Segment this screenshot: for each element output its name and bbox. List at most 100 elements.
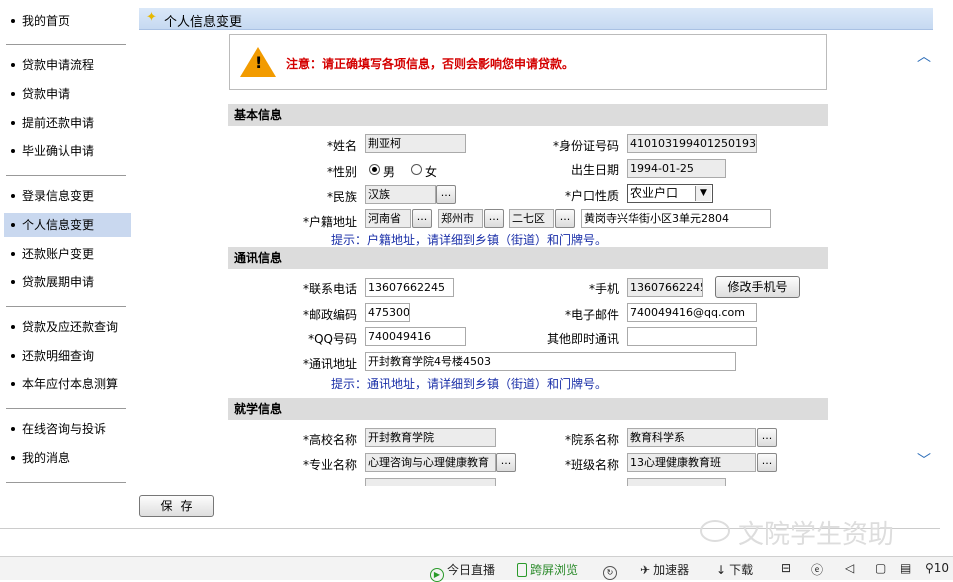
live-label: 今日直播 xyxy=(447,563,496,577)
watermark-text: 文院学生资助 xyxy=(738,520,895,550)
section-school-info: 就学信息 xyxy=(228,398,828,420)
hukou-address-hint: 提示：户籍地址，请详细到乡镇（街道）和门牌号。 xyxy=(331,233,608,247)
city-picker-button[interactable]: ... xyxy=(484,209,504,228)
class-picker-button[interactable]: ... xyxy=(757,453,777,472)
bullet-icon xyxy=(11,382,15,386)
school-field[interactable]: 开封教育学院 xyxy=(365,428,496,447)
wechat-logo-icon xyxy=(700,520,730,542)
save-button[interactable]: 保存 xyxy=(139,495,214,517)
phone-field[interactable]: 13607662245 xyxy=(365,278,454,297)
sidebar-item-label: 贷款展期申请 xyxy=(22,275,95,289)
speaker-icon: ◁ xyxy=(845,561,855,575)
street-address-field[interactable]: 黄岗寺兴华街小区3单元2804 xyxy=(581,209,771,228)
sidebar-item-label: 个人信息变更 xyxy=(22,218,95,232)
sidebar-item-label: 我的消息 xyxy=(22,451,71,465)
bullet-icon xyxy=(11,149,15,153)
sidebar-item-loan-apply[interactable]: 贷款申请 xyxy=(4,82,131,106)
warning-text: 注意：请正确填写各项信息，否则会影响您申请贷款。 xyxy=(286,57,575,71)
refresh-button[interactable]: ↻ xyxy=(603,561,620,580)
partial-field[interactable] xyxy=(627,478,726,486)
partial-field[interactable] xyxy=(365,478,496,486)
province-picker-button[interactable]: ... xyxy=(412,209,432,228)
sidebar-item-label: 本年应付本息测算 xyxy=(22,377,119,391)
sidebar-item-interest-calc[interactable]: 本年应付本息测算 xyxy=(4,372,131,396)
split-screen-button[interactable]: ⊟ xyxy=(781,561,791,575)
ie-mode-button[interactable]: ⓔ xyxy=(811,561,823,578)
sidebar-item-home[interactable]: 我的首页 xyxy=(4,9,131,33)
bullet-icon xyxy=(11,280,15,284)
sidebar-item-label: 登录信息变更 xyxy=(22,189,95,203)
divider xyxy=(6,482,126,483)
window-button[interactable]: ▢ xyxy=(875,561,886,575)
sidebar-item-label: 我的首页 xyxy=(22,14,71,28)
panel-header: ✦ 个人信息变更 xyxy=(139,8,933,30)
gender-label: *性别 xyxy=(326,165,357,179)
hukou-type-select[interactable]: 农业户口 ▼ xyxy=(627,184,713,203)
live-button[interactable]: ▶ 今日直播 xyxy=(430,561,495,582)
sidebar-item-loan-extension[interactable]: 贷款展期申请 xyxy=(4,270,131,294)
name-field[interactable]: 荆亚柯 xyxy=(365,134,466,153)
bullet-icon xyxy=(11,354,15,358)
sidebar-item-graduation-confirm[interactable]: 毕业确认申请 xyxy=(4,139,131,163)
chevron-down-icon: ▼ xyxy=(695,186,711,201)
department-picker-button[interactable]: ... xyxy=(757,428,777,447)
mobile-field[interactable]: 13607662245 xyxy=(627,278,703,297)
download-icon: ↓ xyxy=(716,563,727,577)
sidebar-item-label: 还款账户变更 xyxy=(22,247,95,261)
page-title: 个人信息变更 xyxy=(164,15,243,30)
zoom-control[interactable]: ⚲10 xyxy=(925,561,949,575)
sidebar-item-repay-detail[interactable]: 还款明细查询 xyxy=(4,344,131,368)
mobile-label: *手机 xyxy=(588,282,619,296)
birth-date-field[interactable]: 1994-01-25 xyxy=(627,159,726,178)
major-label: *专业名称 xyxy=(302,458,357,472)
qq-field[interactable]: 740049416 xyxy=(365,327,466,346)
mail-address-field[interactable]: 开封教育学院4号楼4503 xyxy=(365,352,736,371)
bullet-icon xyxy=(11,325,15,329)
bullet-icon xyxy=(11,121,15,125)
gender-male-radio[interactable] xyxy=(369,164,380,175)
sidebar-item-personal-info[interactable]: 个人信息变更 xyxy=(4,213,131,237)
accelerator-button[interactable]: ✈ 加速器 xyxy=(640,561,689,578)
city-field[interactable]: 郑州市 xyxy=(438,209,483,228)
email-field[interactable]: 740049416@qq.com xyxy=(627,303,757,322)
class-field[interactable]: 13心理健康教育班 xyxy=(627,453,756,472)
sidebar-item-label: 贷款申请流程 xyxy=(22,58,95,72)
zip-code-field[interactable]: 475300 xyxy=(365,303,410,322)
sidebar-item-label: 在线咨询与投诉 xyxy=(22,422,107,436)
province-field[interactable]: 河南省 xyxy=(365,209,411,228)
sidebar-item-label: 贷款及应还款查询 xyxy=(22,320,119,334)
vertical-scrollbar[interactable]: ︿ ﹀ xyxy=(913,38,933,478)
id-number-field[interactable]: 410103199401250193 xyxy=(627,134,757,153)
other-im-field[interactable] xyxy=(627,327,757,346)
department-field[interactable]: 教育科学系 xyxy=(627,428,756,447)
district-picker-button[interactable]: ... xyxy=(555,209,575,228)
ethnic-picker-button[interactable]: ... xyxy=(436,185,456,204)
zip-code-label: *邮政编码 xyxy=(302,308,357,322)
gender-female-radio[interactable] xyxy=(411,164,422,175)
department-label: *院系名称 xyxy=(564,433,619,447)
district-field[interactable]: 二七区 xyxy=(509,209,554,228)
exclamation-icon: ! xyxy=(255,53,263,72)
scroll-up-icon[interactable]: ︿ xyxy=(917,46,931,66)
sidebar-item-loan-query[interactable]: 贷款及应还款查询 xyxy=(4,315,131,339)
ethnic-field[interactable]: 汉族 xyxy=(365,185,436,204)
sidebar-item-early-repay[interactable]: 提前还款申请 xyxy=(4,111,131,135)
major-picker-button[interactable]: ... xyxy=(496,453,516,472)
sidebar-item-loan-process[interactable]: 贷款申请流程 xyxy=(4,53,131,77)
cross-screen-button[interactable]: 跨屏浏览 xyxy=(517,561,578,578)
sidebar-item-consult[interactable]: 在线咨询与投诉 xyxy=(4,417,131,441)
sidebar-item-repay-account[interactable]: 还款账户变更 xyxy=(4,242,131,266)
sound-button[interactable]: ◁ xyxy=(845,561,854,575)
modify-mobile-button[interactable]: 修改手机号 xyxy=(715,276,800,298)
zoom-value: 10 xyxy=(933,561,950,575)
rocket-icon: ✈ xyxy=(640,563,651,577)
window-icon: ▢ xyxy=(875,561,887,575)
cross-screen-label: 跨屏浏览 xyxy=(530,563,579,577)
scroll-down-icon[interactable]: ﹀ xyxy=(917,450,931,470)
download-button[interactable]: ↓ 下载 xyxy=(716,561,753,578)
sidebar-item-messages[interactable]: 我的消息 xyxy=(4,446,131,470)
sidebar-item-login-info[interactable]: 登录信息变更 xyxy=(4,184,131,208)
accelerator-label: 加速器 xyxy=(653,563,690,577)
major-field[interactable]: 心理咨询与心理健康教育 xyxy=(365,453,496,472)
sidebar-toggle-button[interactable]: ▤ xyxy=(900,561,911,575)
